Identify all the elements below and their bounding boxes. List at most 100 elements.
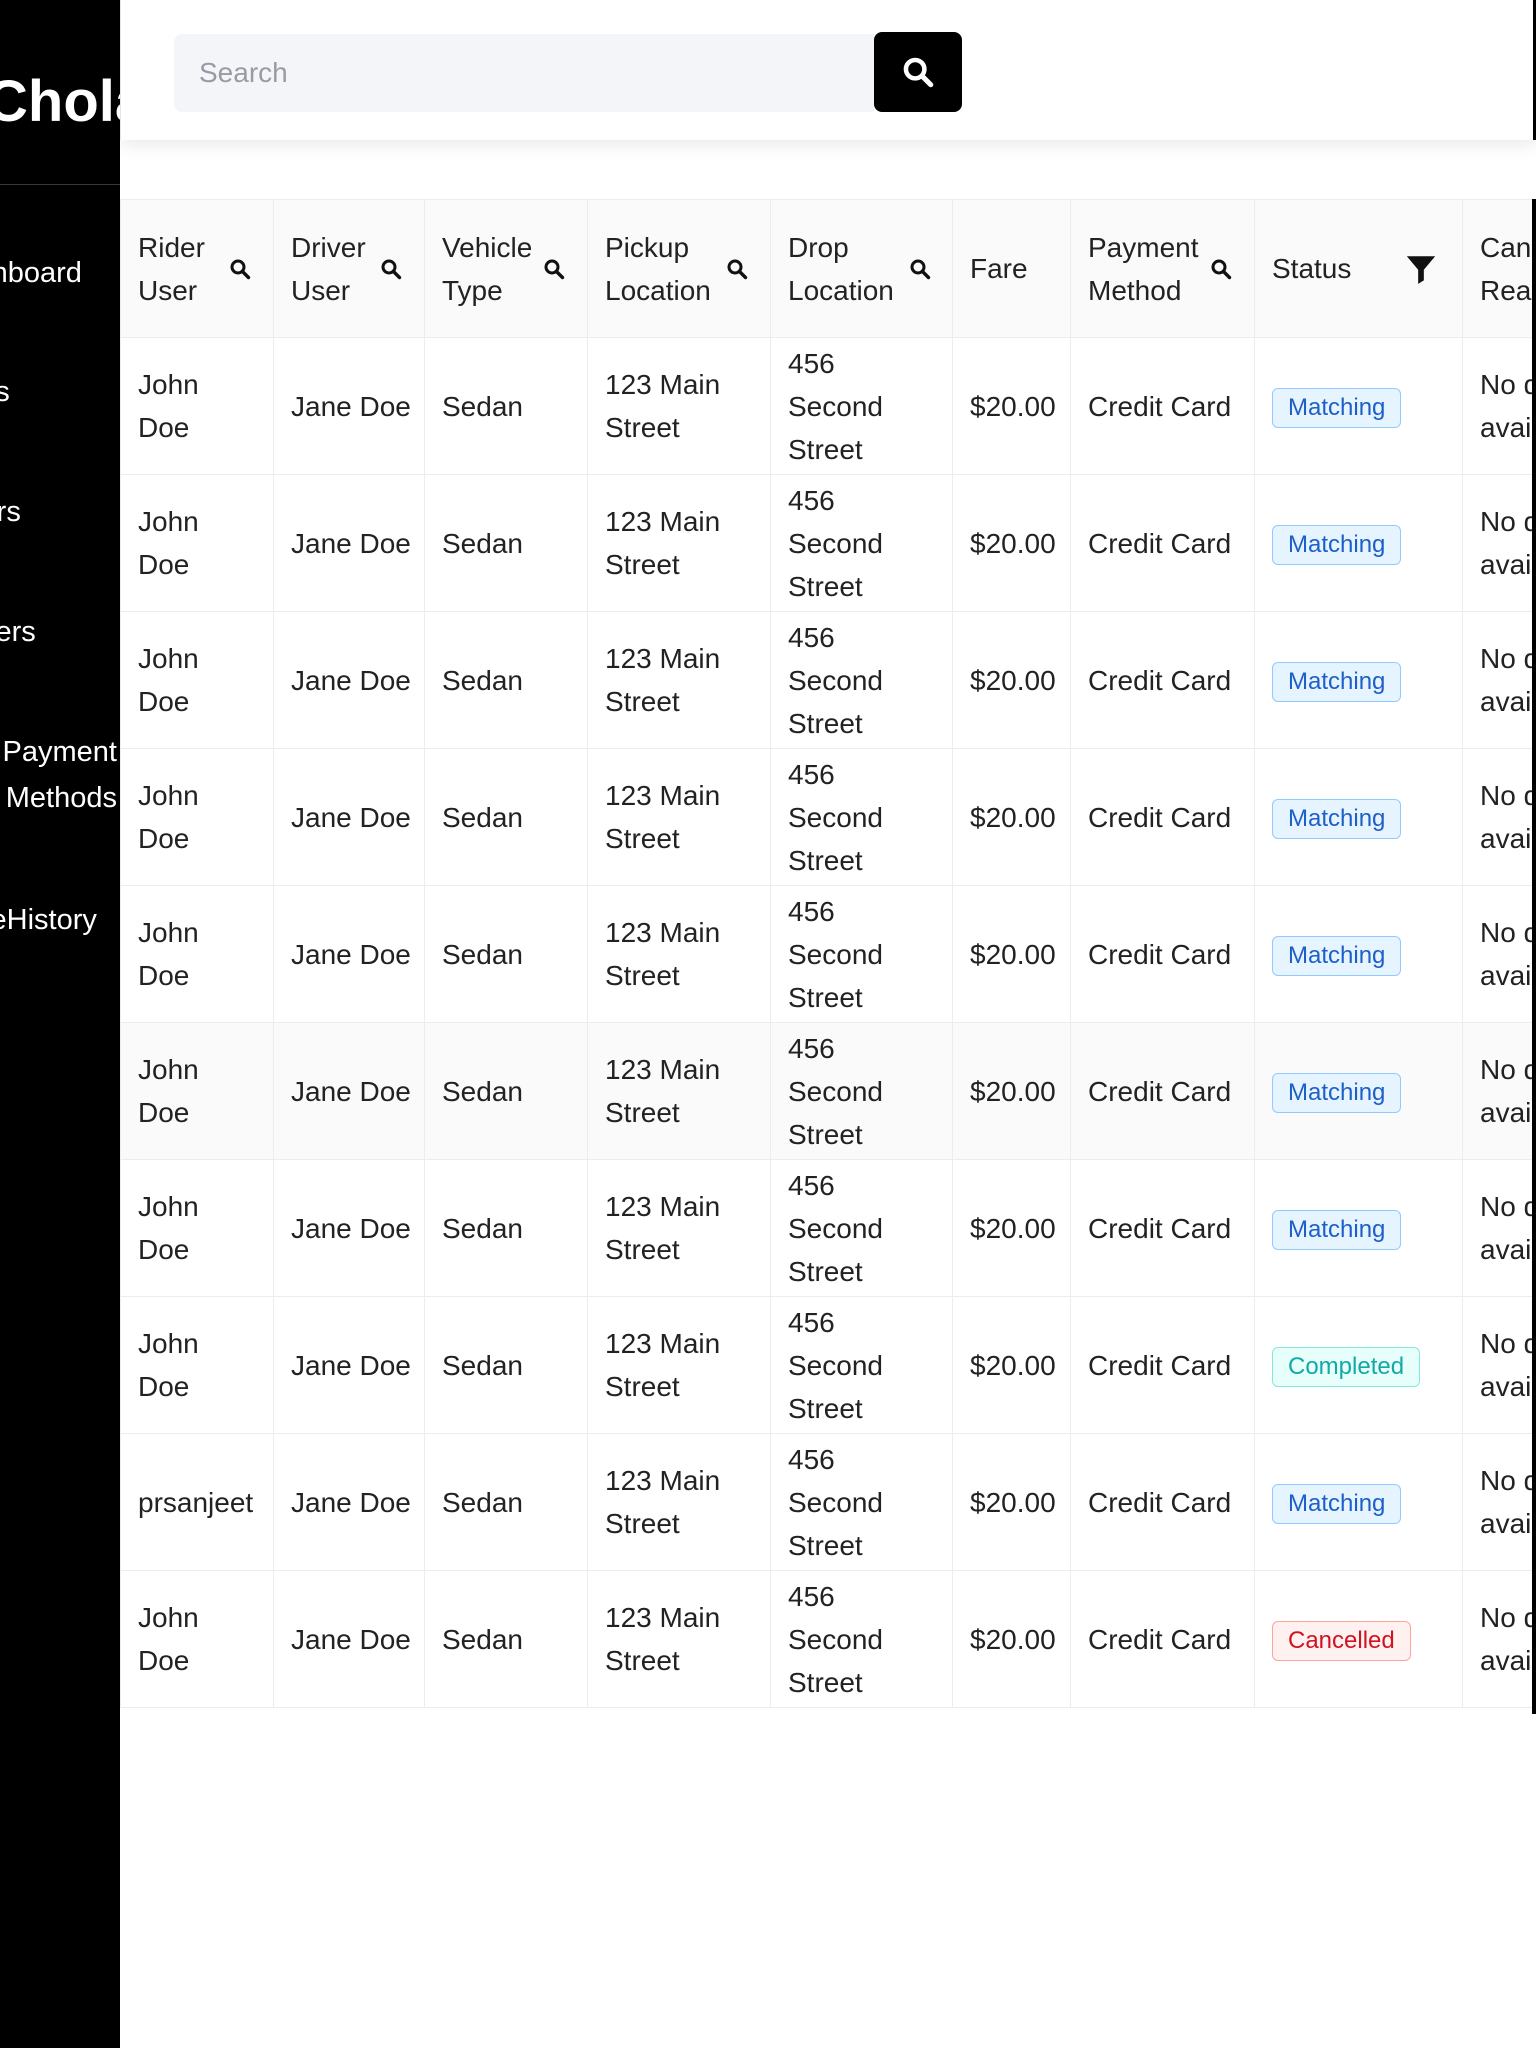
cell-drop-location-text: 456 Second Street: [788, 1032, 883, 1150]
cell-rider-user-text: John Doe: [138, 369, 199, 443]
table-row[interactable]: John Doe Jane Doe Sedan 123 Main Street 456 …: [120, 337, 1536, 475]
filter-icon[interactable]: [1401, 249, 1441, 289]
cell-fare: $20.00: [952, 885, 1071, 1023]
cell-driver-user-text: Jane Doe: [291, 1623, 411, 1655]
search-icon[interactable]: [538, 253, 570, 285]
status-badge: Matching: [1272, 662, 1402, 702]
cell-payment-method-text: Credit Card: [1088, 938, 1232, 970]
cell-rider-user-text: John Doe: [138, 1054, 199, 1128]
cell-driver-user-text: Jane Doe: [291, 1349, 411, 1381]
cell-rider-user-text: John Doe: [138, 643, 199, 717]
cell-pickup-location-text: 123 Main Street: [605, 917, 721, 991]
cell-driver-user: Jane Doe: [273, 748, 425, 886]
cell-driver-user: Jane Doe: [273, 337, 425, 475]
cell-rider-user: John Doe: [120, 1570, 274, 1708]
cell-fare: $20.00: [952, 1022, 1071, 1160]
cell-drop-location-text: 456 Second Street: [788, 758, 883, 876]
column-header-label: Driver User: [291, 231, 366, 306]
table-row[interactable]: John Doe Jane Doe Sedan 123 Main Street 456 …: [120, 611, 1536, 749]
cell-rider-user: John Doe: [120, 885, 274, 1023]
column-header-drop-location: Drop Location: [770, 199, 953, 338]
cell-driver-user-text: Jane Doe: [291, 527, 411, 559]
cell-pickup-location: 123 Main Street: [587, 1022, 771, 1160]
cell-payment-method-text: Credit Card: [1088, 1623, 1232, 1655]
cell-cancel-reason-text: No d avail: [1480, 643, 1536, 717]
search-icon[interactable]: [375, 253, 407, 285]
cell-drop-location-text: 456 Second Street: [788, 1306, 883, 1424]
sidebar-item-users[interactable]: Users: [0, 369, 10, 415]
cell-vehicle-type-text: Sedan: [442, 664, 523, 696]
table-row[interactable]: John Doe Jane Doe Sedan 123 Main Street 456 …: [120, 1159, 1536, 1297]
status-badge: Matching: [1272, 388, 1402, 428]
cell-drop-location: 456 Second Street: [770, 748, 953, 886]
cell-fare-text: $20.00: [970, 1075, 1056, 1107]
cell-status: Matching: [1254, 1022, 1463, 1160]
cell-vehicle-type-text: Sedan: [442, 1075, 523, 1107]
table-row[interactable]: John Doe Jane Doe Sedan 123 Main Street 456 …: [120, 1570, 1536, 1708]
search-icon[interactable]: [224, 253, 256, 285]
cell-rider-user-text: John Doe: [138, 1328, 199, 1402]
table-row[interactable]: John Doe Jane Doe Sedan 123 Main Street 456 …: [120, 474, 1536, 612]
cell-driver-user-text: Jane Doe: [291, 390, 411, 422]
cell-pickup-location: 123 Main Street: [587, 337, 771, 475]
cell-pickup-location-text: 123 Main Street: [605, 643, 721, 717]
cell-driver-user: Jane Doe: [273, 1159, 425, 1297]
sidebar-item-drivers[interactable]: Drivers: [0, 489, 21, 535]
column-header-label: Fare: [970, 253, 1028, 284]
cell-pickup-location: 123 Main Street: [587, 1433, 771, 1571]
sidebar-item-dashboard[interactable]: Dashboard: [0, 250, 82, 296]
column-header-label: Payment Method: [1088, 231, 1199, 306]
column-header-payment-method: Payment Method: [1070, 199, 1255, 338]
cell-status: Matching: [1254, 885, 1463, 1023]
table-row[interactable]: John Doe Jane Doe Sedan 123 Main Street 456 …: [120, 885, 1536, 1023]
search-icon[interactable]: [722, 253, 753, 285]
cell-rider-user: prsanjeet: [120, 1433, 274, 1571]
cell-drop-location-text: 456 Second Street: [788, 1580, 883, 1698]
cell-driver-user-text: Jane Doe: [291, 938, 411, 970]
cell-driver-user: Jane Doe: [273, 474, 425, 612]
cell-vehicle-type: Sedan: [424, 1022, 588, 1160]
sidebar-item-riders[interactable]: Riders: [0, 609, 36, 655]
cell-pickup-location-text: 123 Main Street: [605, 1328, 721, 1402]
cell-vehicle-type: Sedan: [424, 337, 588, 475]
search-input[interactable]: [174, 34, 874, 112]
cell-payment-method-text: Credit Card: [1088, 527, 1232, 559]
cell-vehicle-type: Sedan: [424, 1433, 588, 1571]
table-header-row: Rider User Driver User Vehicle Type Pick…: [120, 199, 1536, 338]
cell-vehicle-type: Sedan: [424, 474, 588, 612]
cell-fare-text: $20.00: [970, 1212, 1056, 1244]
cell-cancel-reason-text: No d avail: [1480, 1191, 1536, 1265]
search-button[interactable]: [874, 32, 962, 112]
cell-pickup-location: 123 Main Street: [587, 748, 771, 886]
sidebar-item-payment-methods[interactable]: Payment Methods: [0, 729, 117, 821]
cell-payment-method-text: Credit Card: [1088, 1212, 1232, 1244]
cell-cancel-reason-text: No d avail: [1480, 917, 1536, 991]
main-content: Rider User Driver User Vehicle Type Pick…: [120, 0, 1536, 2048]
table-row[interactable]: John Doe Jane Doe Sedan 123 Main Street 456 …: [120, 748, 1536, 886]
cell-rider-user: John Doe: [120, 1022, 274, 1160]
cell-rider-user-text: John Doe: [138, 1191, 199, 1265]
table-row[interactable]: prsanjeet Jane Doe Sedan 123 Main Street 456…: [120, 1433, 1536, 1571]
cell-payment-method-text: Credit Card: [1088, 1486, 1232, 1518]
sidebar-item-ridehistory[interactable]: RideHistory: [0, 897, 97, 943]
cell-vehicle-type-text: Sedan: [442, 1486, 523, 1518]
search-icon[interactable]: [1206, 253, 1237, 285]
status-badge: Completed: [1272, 1347, 1421, 1387]
cell-pickup-location: 123 Main Street: [587, 611, 771, 749]
search-icon[interactable]: [904, 253, 935, 285]
cell-fare-text: $20.00: [970, 390, 1056, 422]
cell-fare: $20.00: [952, 611, 1071, 749]
cell-status: Matching: [1254, 748, 1463, 886]
table-row[interactable]: John Doe Jane Doe Sedan 123 Main Street 456 …: [120, 1022, 1536, 1160]
cell-payment-method-text: Credit Card: [1088, 664, 1232, 696]
table-row[interactable]: John Doe Jane Doe Sedan 123 Main Street 456 …: [120, 1296, 1536, 1434]
cell-driver-user: Jane Doe: [273, 1433, 425, 1571]
cell-vehicle-type: Sedan: [424, 1159, 588, 1297]
cell-rider-user-text: John Doe: [138, 780, 199, 854]
cell-cancel-reason: No d avail: [1462, 1022, 1536, 1160]
cell-vehicle-type-text: Sedan: [442, 938, 523, 970]
cell-vehicle-type: Sedan: [424, 1296, 588, 1434]
cell-cancel-reason-text: No d avail: [1480, 506, 1536, 580]
search-icon: [901, 55, 935, 89]
cell-cancel-reason-text: No d avail: [1480, 1328, 1536, 1402]
